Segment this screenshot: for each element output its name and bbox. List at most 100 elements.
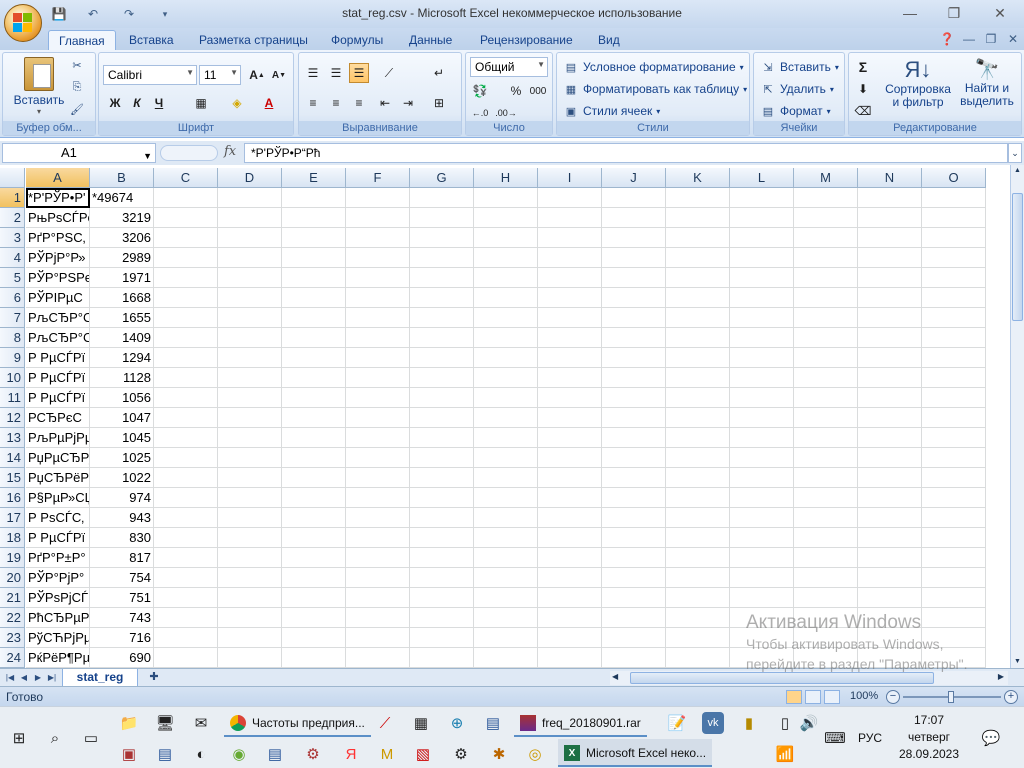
cell-empty[interactable]: [922, 348, 986, 368]
cell-empty[interactable]: [474, 308, 538, 328]
cell-empty[interactable]: [794, 188, 858, 208]
cell-empty[interactable]: [154, 488, 218, 508]
cell-empty[interactable]: [410, 348, 474, 368]
cell-empty[interactable]: [794, 448, 858, 468]
copy-icon[interactable]: ⎘: [69, 79, 85, 95]
cell-empty[interactable]: [218, 428, 282, 448]
cell-empty[interactable]: [602, 248, 666, 268]
cell-empty[interactable]: [410, 528, 474, 548]
cell-empty[interactable]: [218, 368, 282, 388]
insert-cells-button[interactable]: ⇲ Вставить ▾: [760, 59, 839, 75]
cell-empty[interactable]: [410, 448, 474, 468]
cell-empty[interactable]: [154, 528, 218, 548]
paste-button[interactable]: Вставить ▾: [11, 57, 67, 116]
zoom-slider-knob[interactable]: [948, 691, 954, 703]
row-header[interactable]: 24: [0, 648, 25, 668]
cell-empty[interactable]: [858, 228, 922, 248]
cell-empty[interactable]: [666, 408, 730, 428]
cell-empty[interactable]: [218, 268, 282, 288]
cell-empty[interactable]: [154, 468, 218, 488]
cell-empty[interactable]: [474, 388, 538, 408]
cell-empty[interactable]: [666, 388, 730, 408]
column-header-m[interactable]: M: [794, 168, 858, 188]
cell-b[interactable]: 1128: [90, 368, 154, 388]
percent-button[interactable]: %: [506, 81, 526, 101]
cell-empty[interactable]: [538, 448, 602, 468]
cell-empty[interactable]: [858, 288, 922, 308]
format-as-table-button[interactable]: ▦ Форматировать как таблицу ▾: [563, 81, 747, 97]
cell-empty[interactable]: [602, 428, 666, 448]
cell-empty[interactable]: [538, 208, 602, 228]
cell-empty[interactable]: [922, 448, 986, 468]
cell-empty[interactable]: [794, 588, 858, 608]
align-bottom-icon[interactable]: ☰: [349, 63, 369, 83]
cell-empty[interactable]: [858, 368, 922, 388]
cell-empty[interactable]: [602, 568, 666, 588]
cell-empty[interactable]: [346, 188, 410, 208]
column-header-h[interactable]: H: [474, 168, 538, 188]
cell-empty[interactable]: [218, 508, 282, 528]
scroll-left-icon[interactable]: ◀: [612, 672, 618, 681]
cell-empty[interactable]: [346, 208, 410, 228]
cell-empty[interactable]: [666, 468, 730, 488]
network-app-icon[interactable]: ⊕: [446, 712, 468, 734]
cell-empty[interactable]: [666, 568, 730, 588]
row-header[interactable]: 13: [0, 428, 25, 448]
cell-b[interactable]: 3219: [90, 208, 154, 228]
cell-empty[interactable]: [538, 228, 602, 248]
conditional-formatting-button[interactable]: ▤ Условное форматирование ▾: [563, 59, 744, 75]
cell-a[interactable]: РџРµСЂРј: [26, 448, 90, 468]
cell-b[interactable]: 1971: [90, 268, 154, 288]
last-sheet-icon[interactable]: ▶|: [46, 671, 58, 685]
insert-function-icon[interactable]: fx: [224, 144, 236, 159]
cell-empty[interactable]: [794, 428, 858, 448]
text-orientation-icon[interactable]: ⟋: [379, 63, 399, 83]
cell-empty[interactable]: [922, 388, 986, 408]
cell-empty[interactable]: [154, 448, 218, 468]
cell-empty[interactable]: [538, 528, 602, 548]
column-header-j[interactable]: J: [602, 168, 666, 188]
grow-font-icon[interactable]: A ▲: [247, 65, 267, 85]
cell-empty[interactable]: [666, 588, 730, 608]
column-header-g[interactable]: G: [410, 168, 474, 188]
cell-empty[interactable]: [602, 288, 666, 308]
cell-empty[interactable]: [410, 308, 474, 328]
delete-cells-button[interactable]: ⇱ Удалить ▾: [760, 81, 833, 97]
name-box[interactable]: A1 ▼: [2, 143, 156, 163]
cell-empty[interactable]: [858, 208, 922, 228]
cell-empty[interactable]: [410, 228, 474, 248]
cell-empty[interactable]: [602, 348, 666, 368]
column-header-o[interactable]: O: [922, 168, 986, 188]
cell-empty[interactable]: [474, 268, 538, 288]
normal-view-icon[interactable]: [786, 690, 802, 704]
task-view-icon[interactable]: ▭: [80, 727, 102, 749]
cell-a[interactable]: РљСЂР°С: [26, 308, 90, 328]
increase-indent-icon[interactable]: ⇥: [398, 93, 418, 113]
cell-empty[interactable]: [666, 648, 730, 668]
tab-home[interactable]: Главная: [48, 30, 116, 50]
cell-empty[interactable]: [346, 488, 410, 508]
thousands-button[interactable]: 000: [528, 81, 548, 101]
cell-b[interactable]: 1025: [90, 448, 154, 468]
cell-empty[interactable]: [794, 208, 858, 228]
column-header-i[interactable]: I: [538, 168, 602, 188]
cell-empty[interactable]: [538, 468, 602, 488]
cell-empty[interactable]: [666, 208, 730, 228]
cell-empty[interactable]: [154, 548, 218, 568]
cell-empty[interactable]: [218, 528, 282, 548]
column-header-e[interactable]: E: [282, 168, 346, 188]
cell-empty[interactable]: [474, 488, 538, 508]
cell-empty[interactable]: [410, 508, 474, 528]
cell-empty[interactable]: [154, 408, 218, 428]
cell-a[interactable]: Р РѕСЃС‚: [26, 508, 90, 528]
cell-empty[interactable]: [218, 288, 282, 308]
cell-empty[interactable]: [538, 388, 602, 408]
cell-empty[interactable]: [922, 228, 986, 248]
cell-b[interactable]: 754: [90, 568, 154, 588]
vk-icon[interactable]: vk: [702, 712, 724, 734]
taskbar-winrar-window[interactable]: freq_20180901.rar: [514, 709, 647, 737]
cell-empty[interactable]: [538, 628, 602, 648]
cell-styles-button[interactable]: ▣ Стили ячеек ▾: [563, 103, 660, 119]
column-header-d[interactable]: D: [218, 168, 282, 188]
cell-empty[interactable]: [346, 468, 410, 488]
